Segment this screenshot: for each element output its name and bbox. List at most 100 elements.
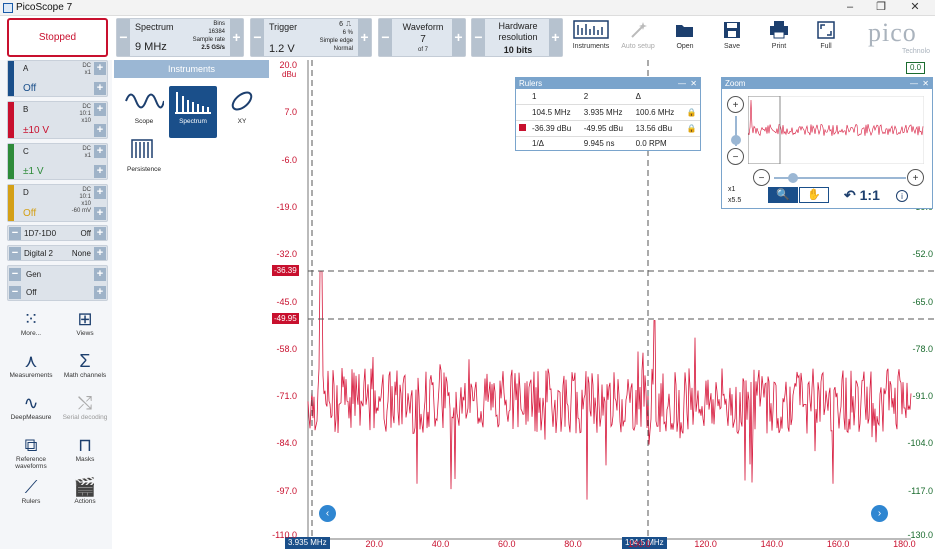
- save-button[interactable]: Save: [712, 18, 752, 56]
- channel-c[interactable]: C ±1 V DC x1 + +: [7, 143, 108, 180]
- lock-icon[interactable]: 🔒: [687, 104, 700, 120]
- window-title: PicoScope 7: [16, 2, 73, 13]
- printer-icon: [770, 21, 788, 39]
- channel-c-range[interactable]: ±1 V: [23, 166, 44, 177]
- measurements-icon: ⋏: [24, 351, 38, 371]
- zoom-reset-button[interactable]: ↶ 1:1: [844, 187, 880, 204]
- zoom-x-slider-thumb[interactable]: [788, 173, 798, 183]
- rulers-rpm-value: 0.0 RPM: [635, 139, 667, 149]
- rulers-close-icon[interactable]: ✕: [690, 78, 697, 89]
- waveform-value[interactable]: 7: [393, 34, 453, 45]
- digital-2[interactable]: − Digital 2 None +: [7, 245, 108, 261]
- gen-off-plus-button[interactable]: +: [94, 286, 106, 299]
- x-tick: 60.0: [498, 539, 516, 549]
- maximize-icon[interactable]: ❐: [866, 0, 896, 16]
- channel-a-range[interactable]: Off: [23, 83, 36, 94]
- masks-button[interactable]: ⊓ Masks: [60, 434, 110, 463]
- scroll-left-button[interactable]: ‹: [319, 505, 336, 522]
- actions-button[interactable]: 🎬 Actions: [60, 476, 110, 505]
- info-icon[interactable]: i: [896, 190, 908, 202]
- digital-1-plus-button[interactable]: +: [94, 227, 106, 240]
- open-button[interactable]: Open: [665, 18, 705, 56]
- deepmeasure-button[interactable]: ∿ DeepMeasure: [6, 392, 56, 421]
- digital-1-minus-button[interactable]: −: [9, 227, 21, 240]
- zoom-in-y-button[interactable]: +: [727, 96, 744, 113]
- channel-d-minus-button[interactable]: +: [94, 207, 106, 220]
- channel-b-range[interactable]: ±10 V: [23, 125, 49, 136]
- instrument-spectrum[interactable]: Spectrum: [169, 86, 217, 138]
- y-tick-right: -65.0: [912, 296, 933, 307]
- lock-icon[interactable]: 🔒: [687, 120, 700, 136]
- instrument-scope[interactable]: Scope: [120, 86, 168, 138]
- channel-a-minus-button[interactable]: +: [94, 82, 106, 95]
- resolution-plus-button[interactable]: +: [549, 19, 562, 56]
- save-icon: [724, 22, 740, 38]
- channel-b-plus-button[interactable]: +: [94, 103, 106, 116]
- gen-off-minus-button[interactable]: −: [9, 286, 21, 299]
- generator[interactable]: − Gen + − Off +: [7, 265, 108, 301]
- gen-plus-button[interactable]: +: [94, 268, 106, 281]
- views-button[interactable]: ⊞ Views: [60, 308, 110, 337]
- close-icon[interactable]: ✕: [900, 0, 930, 16]
- channel-c-settings: DC x1: [82, 146, 91, 159]
- channel-b-minus-button[interactable]: +: [94, 124, 106, 137]
- more-button[interactable]: ⁙ More...: [6, 308, 56, 337]
- spectrum-plus-button[interactable]: +: [230, 19, 243, 56]
- ruler-y2-marker[interactable]: -49.95: [272, 313, 299, 324]
- scroll-right-button[interactable]: ›: [871, 505, 888, 522]
- x-tick: 20.0: [365, 539, 384, 549]
- instrument-xy[interactable]: XY: [218, 86, 266, 138]
- channel-c-minus-button[interactable]: +: [94, 165, 106, 178]
- channel-c-plus-button[interactable]: +: [94, 145, 106, 158]
- rulers-button[interactable]: ⟋ Rulers: [6, 476, 56, 505]
- digital-1[interactable]: − 1D7-1D0 Off +: [7, 225, 108, 241]
- auto-setup-button[interactable]: Auto setup: [618, 18, 658, 56]
- channel-b[interactable]: B ±10 V DC 10:1 x10 + +: [7, 101, 108, 139]
- channel-d-plus-button[interactable]: +: [94, 186, 106, 199]
- zoom-tool-button[interactable]: 🔍: [768, 187, 798, 203]
- zoom-overview[interactable]: [748, 96, 924, 164]
- digital-2-plus-button[interactable]: +: [94, 247, 106, 260]
- print-button[interactable]: Print: [759, 18, 799, 56]
- channel-a-plus-button[interactable]: +: [94, 62, 106, 75]
- zoom-close-icon[interactable]: ✕: [922, 78, 929, 89]
- zoom-minimize-icon[interactable]: —: [910, 78, 918, 89]
- trigger-minus-button[interactable]: −: [251, 19, 264, 56]
- trigger-type: Simple edge: [319, 38, 353, 44]
- zoom-out-y-button[interactable]: −: [727, 148, 744, 165]
- stop-button[interactable]: Stopped: [7, 18, 108, 57]
- resolution-value[interactable]: 10 bits: [486, 45, 550, 55]
- resolution-minus-button[interactable]: −: [472, 19, 485, 56]
- rulers-minimize-icon[interactable]: —: [678, 78, 686, 89]
- zoom-out-x-button[interactable]: −: [753, 169, 770, 186]
- instruments-button[interactable]: Instruments: [571, 18, 611, 56]
- spectrum-value[interactable]: 9 MHz: [135, 41, 167, 53]
- zoom-in-x-button[interactable]: +: [907, 169, 924, 186]
- zoom-y-slider-thumb[interactable]: [731, 135, 741, 145]
- digital-2-minus-button[interactable]: −: [9, 247, 21, 260]
- serial-decoding-button[interactable]: ⤭ Serial decoding: [60, 392, 110, 421]
- pan-tool-button[interactable]: ✋: [799, 187, 829, 203]
- gen-minus-button[interactable]: −: [9, 268, 21, 281]
- channel-a[interactable]: A Off DC x1 + +: [7, 60, 108, 97]
- trigger-plus-button[interactable]: +: [358, 19, 371, 56]
- channel-d[interactable]: D Off DC 10:1 x10 -60 mV + +: [7, 184, 108, 222]
- spectrum-trace: [307, 270, 912, 500]
- digital-2-value: None: [71, 249, 91, 258]
- app-icon: [3, 3, 13, 13]
- waveform-minus-button[interactable]: −: [379, 19, 392, 56]
- spectrum-minus-button[interactable]: −: [117, 19, 130, 56]
- waveform-plus-button[interactable]: +: [452, 19, 465, 56]
- measurements-button[interactable]: ⋏ Measurements: [6, 350, 56, 379]
- math-channels-button[interactable]: Σ Math channels: [60, 350, 110, 379]
- trigger-value[interactable]: 1.2 V: [269, 43, 295, 55]
- ruler-y1-marker[interactable]: -36.39: [272, 265, 299, 276]
- channel-d-range[interactable]: Off: [23, 208, 36, 219]
- reference-waveforms-button[interactable]: ⧉ Reference waveforms: [6, 434, 56, 470]
- instrument-persistence[interactable]: Persistence: [120, 134, 168, 186]
- rulers-ydelta: 13.56 dBu: [635, 123, 673, 133]
- gen-value[interactable]: Off: [26, 288, 37, 297]
- full-screen-button[interactable]: Full: [806, 18, 846, 56]
- minimize-icon[interactable]: –: [835, 0, 865, 16]
- bins-label: Bins: [213, 21, 225, 27]
